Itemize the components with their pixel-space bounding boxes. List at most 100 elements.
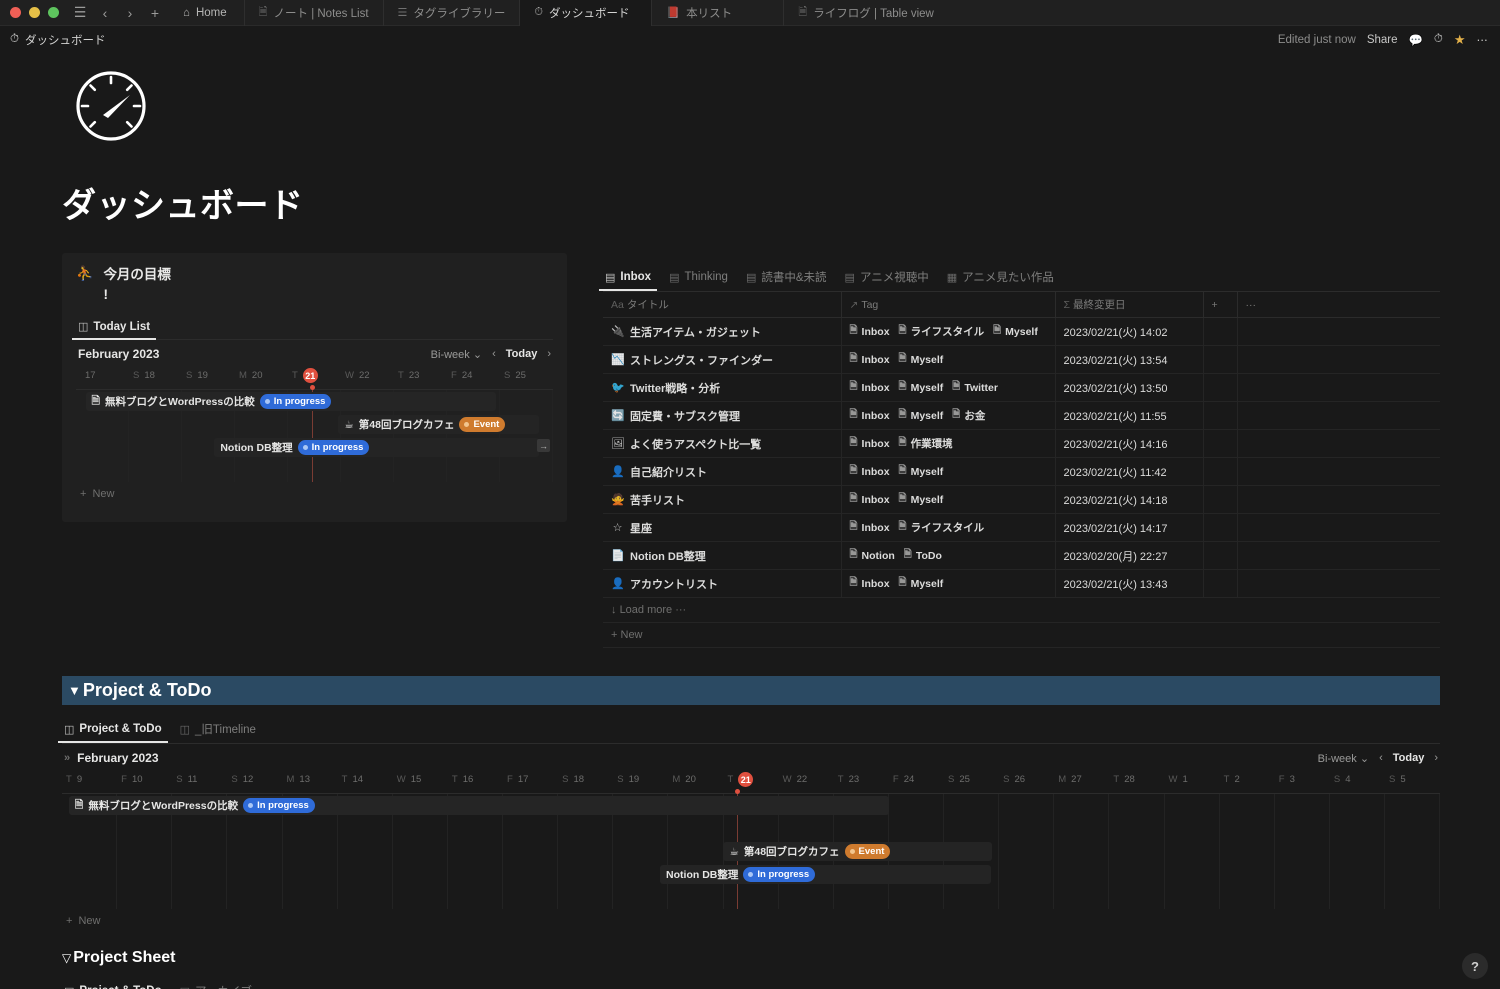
table-row[interactable]: ☆ 星座 🗎 Inbox 🗎 ライフスタイル 2023/02/21(火) 14:17	[603, 513, 1440, 542]
tag-chip[interactable]: 🗎 Myself	[899, 379, 944, 396]
tag-chip[interactable]: 🗎 Myself	[899, 463, 944, 480]
timeline-next-button[interactable]: ›	[547, 348, 551, 360]
timeline-new-row-button[interactable]: + New	[76, 482, 553, 504]
column-header-title[interactable]: Aa タイトル	[603, 292, 842, 318]
tag-chip[interactable]: 🗎 Inbox	[850, 575, 890, 592]
collapse-triangle-icon[interactable]: ▼	[68, 683, 81, 698]
cell-tags[interactable]: 🗎 Notion 🗎 ToDo	[841, 541, 1056, 570]
table-row[interactable]: 📉 ストレングス・ファインダー 🗎 Inbox 🗎 Myself 2023/02/21…	[603, 345, 1440, 374]
project-todo-view-tabs[interactable]: ◫ Project & ToDo ◫ _旧Timeline	[58, 717, 1440, 744]
maximize-window-button[interactable]	[48, 7, 59, 18]
tag-chip[interactable]: 🗎 Inbox	[850, 491, 890, 508]
help-button[interactable]: ?	[1462, 953, 1488, 979]
timeline-today-button[interactable]: Today	[1393, 752, 1425, 764]
table-row[interactable]: 🙅 苦手リスト 🗎 Inbox 🗎 Myself 2023/02/21(火) 14:1…	[603, 485, 1440, 514]
cell-title[interactable]: 📄 Notion DB整理	[603, 541, 842, 570]
minimize-window-button[interactable]	[29, 7, 40, 18]
tab-inbox[interactable]: ▤ Inbox	[598, 267, 658, 291]
inbox-new-row-button[interactable]: + New	[603, 623, 1440, 648]
cell-title[interactable]: 🔄 固定費・サブスク管理	[603, 401, 842, 430]
tab-thinking[interactable]: ▤ Thinking	[667, 267, 730, 290]
inbox-load-more-button[interactable]: ↓ Load more ···	[603, 598, 1440, 623]
new-tab-icon[interactable]: +	[143, 2, 167, 24]
inbox-view-tabs[interactable]: ▤ Inbox ▤ Thinking ▤ 読書中&未読 ▤ アニメ視聴中 ▦ ア…	[598, 265, 1440, 292]
page-actions[interactable]: Edited just now Share 💬 ⏱ ★ ⋯	[1278, 32, 1488, 48]
today-timeline-grid[interactable]: 🗎 無料ブログとWordPressの比較 In progress ☕ 第48回ブ…	[76, 385, 553, 483]
add-column-button[interactable]: +	[1203, 292, 1238, 318]
tab-lifelog[interactable]: 🗎 ライフログ | Table view	[783, 0, 947, 26]
timeline-bar[interactable]: ☕ 第48回ブログカフェ Event	[338, 415, 539, 435]
timeline-scroll-right-button[interactable]: →	[537, 439, 550, 453]
table-row[interactable]: 🖼 よく使うアスペクト比一覧 🗎 Inbox 🗎 作業環境 2023/02/21(火)…	[603, 429, 1440, 458]
timeline-row[interactable]: ☕ 第48回ブログカフェ Event	[62, 840, 1440, 863]
breadcrumb[interactable]: ⏱ ダッシュボード	[10, 32, 105, 48]
timeline-row[interactable]: ☕ 第48回ブログカフェ Event	[76, 413, 553, 436]
cell-tags[interactable]: 🗎 Inbox 🗎 ライフスタイル	[841, 513, 1056, 542]
timeline-row[interactable]: 🗎 無料ブログとWordPressの比較 In progress	[76, 390, 553, 413]
timeline-range-select[interactable]: Bi-week ⌄	[1318, 752, 1369, 765]
tag-chip[interactable]: 🗎 Inbox	[850, 519, 890, 536]
tab--[interactable]: ▦ アニメ見たい作品	[945, 265, 1056, 291]
tag-chip[interactable]: 🗎 Inbox	[850, 379, 890, 396]
tag-chip[interactable]: 🗎 作業環境	[899, 435, 953, 452]
ellipsis-icon[interactable]: ···	[675, 604, 686, 616]
tab-project-todo[interactable]: ▤ Project & ToDo	[62, 981, 164, 989]
table-row[interactable]: 👤 自己紹介リスト 🗎 Inbox 🗎 Myself 2023/02/21(火) 11…	[603, 457, 1440, 486]
cell-title[interactable]: ☆ 星座	[603, 513, 842, 542]
tab-project-todo[interactable]: ◫ Project & ToDo	[58, 719, 168, 743]
forward-icon[interactable]: ›	[118, 2, 142, 24]
tag-chip[interactable]: 🗎 お金	[952, 407, 985, 424]
timeline-bar[interactable]: Notion DB整理 In progress	[660, 865, 991, 884]
inbox-table[interactable]: Aa タイトル ↗ Tag Σ 最終変更日 + ··· 🔌 生活アイテム・ガジェット …	[603, 292, 1440, 598]
tag-chip[interactable]: 🗎 Twitter	[952, 379, 998, 396]
timeline-bar[interactable]: 🗎 無料ブログとWordPressの比較 In progress	[85, 392, 496, 412]
table-row[interactable]: 🐦 Twitter戦略・分析 🗎 Inbox 🗎 Myself 🗎 Twitter 202…	[603, 373, 1440, 402]
timeline-prev-button[interactable]: ‹	[492, 348, 496, 360]
tab--[interactable]: ▤ アーカイブ	[178, 979, 254, 989]
back-icon[interactable]: ‹	[93, 2, 117, 24]
star-icon[interactable]: ★	[1454, 32, 1466, 48]
table-row[interactable]: 👤 アカウントリスト 🗎 Inbox 🗎 Myself 2023/02/21(火) 1…	[603, 569, 1440, 598]
tag-chip[interactable]: 🗎 Inbox	[850, 463, 890, 480]
tag-chip[interactable]: 🗎 Myself	[899, 575, 944, 592]
goal-callout[interactable]: ⛹ 今月の目標 ! ◫ Today List February 2023 Bi-…	[62, 253, 567, 523]
tab--[interactable]: ▤ アニメ視聴中	[843, 265, 931, 291]
home-button[interactable]: ⌂ Home	[175, 4, 235, 22]
cell-title[interactable]: 👤 アカウントリスト	[603, 569, 842, 598]
tab-book-list[interactable]: 📕 本リスト	[651, 0, 783, 26]
tab-tag-library[interactable]: ☰ タグライブラリー	[382, 0, 520, 26]
project-sheet-view-tabs[interactable]: ▤ Project & ToDo ▤ アーカイブ	[62, 979, 1440, 989]
comment-icon[interactable]: 💬	[1409, 33, 1423, 47]
cell-tags[interactable]: 🗎 Inbox 🗎 ライフスタイル 🗎 Myself	[841, 317, 1056, 346]
collapse-triangle-icon[interactable]: ▽	[62, 951, 71, 965]
tag-chip[interactable]: 🗎 ToDo	[904, 547, 942, 564]
ellipsis-icon[interactable]: ⋯	[1477, 33, 1489, 47]
project-todo-section-header[interactable]: ▼ Project & ToDo	[62, 676, 1440, 705]
cell-title[interactable]: 🙅 苦手リスト	[603, 485, 842, 514]
timeline-range-select[interactable]: Bi-week ⌄	[431, 348, 482, 361]
cell-tags[interactable]: 🗎 Inbox 🗎 Myself	[841, 569, 1056, 598]
cell-title[interactable]: 👤 自己紹介リスト	[603, 457, 842, 486]
tag-chip[interactable]: 🗎 ライフスタイル	[899, 519, 985, 536]
column-header-modified[interactable]: Σ 最終変更日	[1055, 292, 1204, 318]
timeline-new-row-button[interactable]: + New	[62, 909, 1440, 931]
cell-tags[interactable]: 🗎 Inbox 🗎 Myself 🗎 お金	[841, 401, 1056, 430]
timeline-row[interactable]: 🗎 無料ブログとWordPressの比較 In progress	[62, 794, 1440, 817]
page-icon[interactable]	[70, 65, 1500, 152]
close-window-button[interactable]	[10, 7, 21, 18]
timeline-next-button[interactable]: ›	[1434, 752, 1438, 764]
sidebar-toggle-icon[interactable]: ☰	[68, 2, 92, 24]
column-options-button[interactable]: ···	[1237, 292, 1440, 318]
tag-chip[interactable]: 🗎 Inbox	[850, 323, 890, 340]
clock-icon[interactable]: ⏱	[1434, 33, 1443, 46]
window-controls[interactable]	[0, 7, 59, 18]
project-timeline-grid[interactable]: 🗎 無料ブログとWordPressの比較 In progress ☕ 第48回ブ…	[62, 789, 1441, 909]
cell-tags[interactable]: 🗎 Inbox 🗎 Myself	[841, 345, 1056, 374]
tab-dashboard[interactable]: ⏱ ダッシュボード	[519, 0, 652, 26]
nav-buttons[interactable]: ☰ ‹ › +	[68, 2, 167, 24]
timeline-prev-button[interactable]: ‹	[1379, 752, 1383, 764]
timeline-controls[interactable]: Bi-week ⌄ ‹ Today ›	[431, 348, 551, 361]
timeline-bar[interactable]: 🗎 無料ブログとWordPressの比較 In progress	[68, 796, 889, 815]
tab-strip[interactable]: 🗎 ノート | Notes List ☰ タグライブラリー ⏱ ダッシュボード …	[243, 0, 1500, 26]
cell-title[interactable]: 🖼 よく使うアスペクト比一覧	[603, 429, 842, 458]
